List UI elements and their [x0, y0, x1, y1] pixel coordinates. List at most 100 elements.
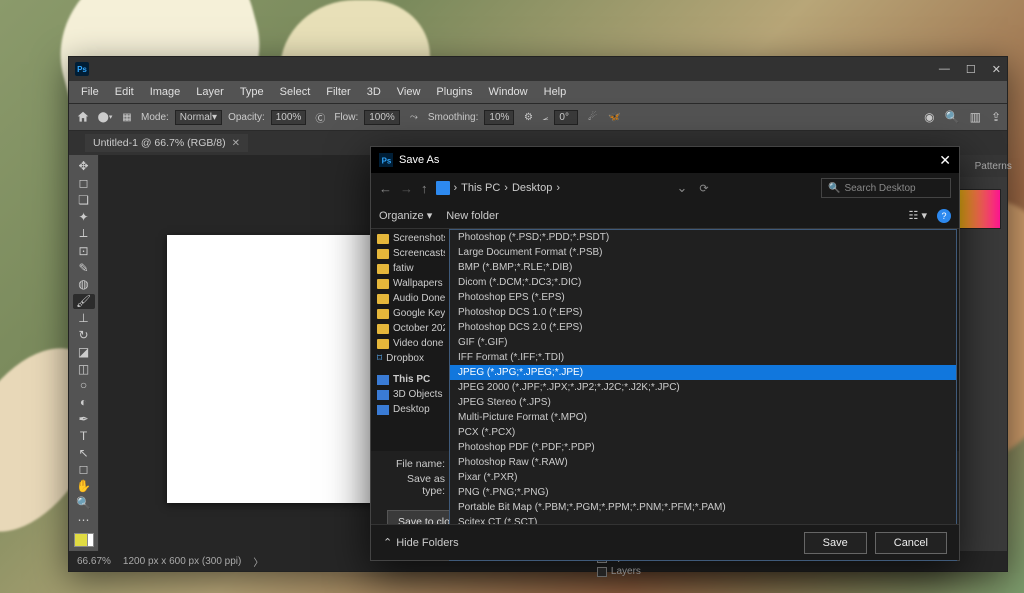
search-input[interactable]: 🔍 Search Desktop — [821, 178, 951, 198]
status-caret-icon[interactable]: 〉 — [253, 554, 263, 569]
format-option[interactable]: GIF (*.GIF) — [450, 335, 956, 350]
blur-tool[interactable]: ○ — [73, 378, 95, 393]
format-option[interactable]: Multi-Picture Format (*.MPO) — [450, 410, 956, 425]
tab-close-icon[interactable]: ✕ — [232, 138, 240, 149]
menu-plugins[interactable]: Plugins — [430, 84, 478, 100]
search-icon[interactable]: 🔍 — [945, 110, 960, 124]
color-swatches[interactable] — [74, 533, 94, 546]
sidebar-item[interactable]: Desktop — [375, 402, 445, 417]
sidebar-item[interactable]: Google Keybo — [375, 306, 445, 321]
refresh-icon[interactable]: ⟳ — [699, 182, 708, 195]
format-option[interactable]: Photoshop DCS 2.0 (*.EPS) — [450, 320, 956, 335]
format-option[interactable]: Photoshop PDF (*.PDF;*.PDP) — [450, 440, 956, 455]
dodge-tool[interactable]: ◐ — [73, 395, 95, 410]
wand-tool[interactable]: ✦ — [73, 209, 95, 224]
frame-tool[interactable]: ⊡ — [73, 243, 95, 258]
document-tab[interactable]: Untitled-1 @ 66.7% (RGB/8) ✕ — [85, 134, 248, 152]
crop-tool[interactable]: ⟂ — [73, 226, 95, 241]
type-tool[interactable]: T — [73, 428, 95, 443]
brush-panel-icon[interactable]: ▦ — [119, 109, 135, 125]
healing-tool[interactable]: ◍ — [73, 277, 95, 292]
menu-edit[interactable]: Edit — [109, 84, 140, 100]
symmetry-icon[interactable]: 🦋 — [606, 109, 622, 125]
sidebar-item[interactable]: October 2020 — [375, 321, 445, 336]
breadcrumb[interactable]: › This PC › Desktop › — [436, 181, 561, 195]
close-button[interactable]: ✕ — [992, 63, 1001, 76]
flow-input[interactable]: 100% — [364, 110, 400, 125]
format-option[interactable]: JPEG (*.JPG;*.JPEG;*.JPE) — [450, 365, 956, 380]
sidebar-item[interactable]: 3D Objects — [375, 387, 445, 402]
format-option[interactable]: Dicom (*.DCM;*.DC3;*.DIC) — [450, 275, 956, 290]
eyedropper-tool[interactable]: ✎ — [73, 260, 95, 275]
help-icon[interactable]: ? — [937, 209, 951, 223]
dialog-close-icon[interactable]: ✕ — [939, 152, 951, 169]
format-option[interactable]: JPEG 2000 (*.JPF;*.JPX;*.JP2;*.J2C;*.J2K… — [450, 380, 956, 395]
menu-window[interactable]: Window — [483, 84, 534, 100]
hide-folders-button[interactable]: ⌃ Hide Folders — [383, 536, 459, 549]
minimize-button[interactable]: — — [939, 63, 950, 76]
marquee-tool[interactable]: ◻ — [73, 176, 95, 191]
move-tool[interactable]: ✥ — [73, 159, 95, 174]
airbrush-icon[interactable]: ⤳ — [406, 109, 422, 125]
share-icon[interactable]: ⇪ — [991, 110, 1001, 124]
tab-patterns[interactable]: Patterns — [967, 157, 1020, 176]
smoothing-options-icon[interactable]: ⚙ — [520, 109, 536, 125]
pen-tool[interactable]: ✒ — [73, 412, 95, 427]
angle-input[interactable]: 0° — [554, 110, 578, 125]
crumb-chevron-icon[interactable]: ⌄ — [676, 180, 687, 196]
zoom-level[interactable]: 66.67% — [77, 556, 111, 567]
lasso-tool[interactable]: ❏ — [73, 193, 95, 208]
crumb-this-pc[interactable]: This PC — [461, 182, 500, 194]
sidebar-item[interactable]: ⌑Dropbox — [375, 351, 445, 366]
gradient-tool[interactable]: ◫ — [73, 361, 95, 376]
smoothing-input[interactable]: 10% — [484, 110, 514, 125]
format-option[interactable]: Portable Bit Map (*.PBM;*.PGM;*.PPM;*.PN… — [450, 500, 956, 515]
format-option[interactable]: PNG (*.PNG;*.PNG) — [450, 485, 956, 500]
cancel-button[interactable]: Cancel — [875, 532, 947, 554]
stamp-tool[interactable]: ⊥ — [73, 311, 95, 326]
maximize-button[interactable]: ☐ — [966, 63, 976, 76]
format-option[interactable]: PCX (*.PCX) — [450, 425, 956, 440]
organize-button[interactable]: Organize ▾ — [379, 209, 432, 222]
workspace-icon[interactable]: ▥ — [970, 110, 981, 124]
sidebar-item[interactable]: fatiw — [375, 261, 445, 276]
brush-tool[interactable]: 🖌 — [73, 294, 95, 309]
menu-file[interactable]: File — [75, 84, 105, 100]
sidebar-item[interactable]: Screenshots — [375, 231, 445, 246]
menu-type[interactable]: Type — [234, 84, 270, 100]
opacity-pressure-icon[interactable]: Ⓒ — [312, 109, 328, 125]
eraser-tool[interactable]: ◪ — [73, 344, 95, 359]
format-option[interactable]: Pixar (*.PXR) — [450, 470, 956, 485]
home-icon[interactable] — [75, 109, 91, 125]
sidebar-item[interactable]: Wallpapers — [375, 276, 445, 291]
menu-layer[interactable]: Layer — [190, 84, 230, 100]
format-option[interactable]: BMP (*.BMP;*.RLE;*.DIB) — [450, 260, 956, 275]
path-tool[interactable]: ↖ — [73, 445, 95, 460]
sidebar-item[interactable]: Video done — [375, 336, 445, 351]
sidebar-item[interactable]: Screencasts — [375, 246, 445, 261]
mode-select[interactable]: Normal ▾ — [175, 110, 222, 125]
menu-help[interactable]: Help — [538, 84, 573, 100]
edit-toolbar[interactable]: ⋯ — [73, 513, 95, 528]
history-brush-tool[interactable]: ↻ — [73, 327, 95, 342]
size-pressure-icon[interactable]: ☄ — [584, 109, 600, 125]
sidebar-item[interactable]: This PC — [375, 372, 445, 387]
format-option[interactable]: IFF Format (*.IFF;*.TDI) — [450, 350, 956, 365]
menu-3d[interactable]: 3D — [361, 84, 387, 100]
format-option[interactable]: Large Document Format (*.PSB) — [450, 245, 956, 260]
view-options-icon[interactable]: ☷ ▾ — [909, 209, 927, 222]
new-folder-button[interactable]: New folder — [446, 210, 499, 222]
nav-back-icon[interactable]: ← — [379, 181, 392, 196]
save-button[interactable]: Save — [804, 532, 867, 554]
cloud-docs-icon[interactable]: ◉ — [924, 110, 934, 124]
opacity-input[interactable]: 100% — [271, 110, 307, 125]
menu-select[interactable]: Select — [274, 84, 317, 100]
shape-tool[interactable]: ◻ — [73, 462, 95, 477]
crumb-desktop[interactable]: Desktop — [512, 182, 552, 194]
format-option[interactable]: Photoshop Raw (*.RAW) — [450, 455, 956, 470]
format-option[interactable]: Photoshop DCS 1.0 (*.EPS) — [450, 305, 956, 320]
nav-up-icon[interactable]: ↑ — [421, 181, 428, 196]
format-option[interactable]: Photoshop (*.PSD;*.PDD;*.PSDT) — [450, 230, 956, 245]
menu-image[interactable]: Image — [144, 84, 187, 100]
document-canvas[interactable] — [167, 235, 387, 503]
